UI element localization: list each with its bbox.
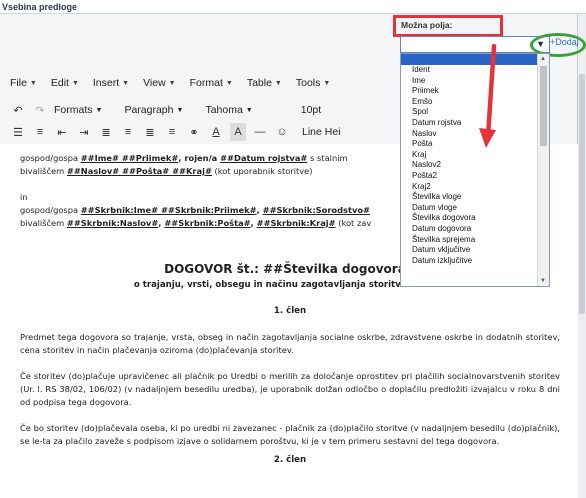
list-item[interactable]: Kraj2 [401,182,549,193]
menu-tools[interactable]: Tools ▼ [296,77,330,89]
list-item[interactable]: Datum vključitve [401,245,549,256]
chevron-down-icon: ▼ [176,106,184,114]
redo-icon[interactable]: ↷ [32,101,48,119]
menu-format[interactable]: Format ▼ [190,77,233,89]
background-color-icon[interactable]: A [230,123,246,141]
paragraph-1: Predmet tega dogovora so trajanje, vrsta… [20,332,560,355]
scrollbar-thumb[interactable] [579,74,585,314]
scroll-down-icon[interactable]: ▼ [540,278,546,284]
article-2-heading: 2. člen [273,455,307,465]
menu-view[interactable]: View ▼ [143,77,176,89]
formats-dropdown[interactable]: Formats ▼ [54,104,102,116]
list-item[interactable]: Naslov2 [401,160,549,171]
scroll-up-icon[interactable]: ▲ [540,56,546,62]
undo-icon[interactable]: ↶ [10,101,26,119]
font-dropdown[interactable]: Tahoma ▼ [205,104,252,116]
chevron-down-icon: ▼ [323,79,331,87]
menubar: File ▼ Edit ▼ Insert ▼ View ▼ Format ▼ Table ▼… [0,72,344,94]
listbox-scrollbar[interactable]: ▲ ▼ [537,54,549,286]
outdent-icon[interactable]: ⇤ [54,123,70,141]
text-color-icon[interactable]: A [208,123,224,141]
article-1-heading: 1. člen [273,306,307,316]
annotation-arrow-icon [479,44,497,148]
paragraph-dropdown[interactable]: Paragraph ▼ [124,104,183,116]
menu-table[interactable]: Table ▼ [247,77,282,89]
align-right-icon[interactable]: ≣ [142,123,158,141]
numbered-list-icon[interactable]: ≡ [32,123,48,141]
list-item[interactable]: Številka vloge [401,192,549,203]
bullet-list-icon[interactable]: ☰ [10,123,26,141]
screen: Vsebina predloge File ▼ Edit ▼ Insert ▼ Vie… [0,0,586,498]
align-left-icon[interactable]: ≣ [98,123,114,141]
chevron-down-icon: ▼ [95,106,103,114]
chevron-down-icon: ▼ [168,79,176,87]
paragraph-2: Če storitev (do)plačuje upravičenec ali … [20,371,560,407]
editor-scrollbar[interactable] [578,14,586,498]
list-item[interactable]: Pošta2 [401,171,549,182]
indent-icon[interactable]: ⇥ [76,123,92,141]
menu-insert[interactable]: Insert ▼ [93,77,129,89]
chevron-down-icon: ▼ [71,79,79,87]
list-item[interactable]: Datum izključitve [401,256,549,267]
chevron-down-icon: ▼ [245,106,253,114]
emoticon-icon[interactable]: ☺ [274,123,290,141]
list-item[interactable]: Datum vloge [401,203,549,214]
label-highlight [393,15,503,37]
paragraph-3: Če bo storitev (do)plačevala oseba, ki p… [20,423,560,446]
listbox-scroll-thumb[interactable] [540,66,547,146]
chevron-down-icon: ▼ [122,79,130,87]
list-item[interactable]: Številka sprejema [401,235,549,246]
justify-icon[interactable]: ≡ [164,123,180,141]
horizontal-rule-icon[interactable]: — [252,123,268,141]
font-size-dropdown[interactable]: 10pt [301,104,321,116]
window-title: Vsebina predloge [2,2,78,12]
menu-file[interactable]: File ▼ [10,77,37,89]
list-item[interactable]: Številka dogovora [401,213,549,224]
link-icon[interactable]: ⚭ [186,123,202,141]
chevron-down-icon: ▼ [274,79,282,87]
chevron-down-icon: ▼ [29,79,37,87]
line-height-dropdown[interactable]: Line Hei [302,126,341,138]
align-center-icon[interactable]: ≡ [120,123,136,141]
chevron-down-icon: ▼ [225,79,233,87]
list-item[interactable]: Datum dogovora [401,224,549,235]
menu-edit[interactable]: Edit ▼ [51,77,79,89]
